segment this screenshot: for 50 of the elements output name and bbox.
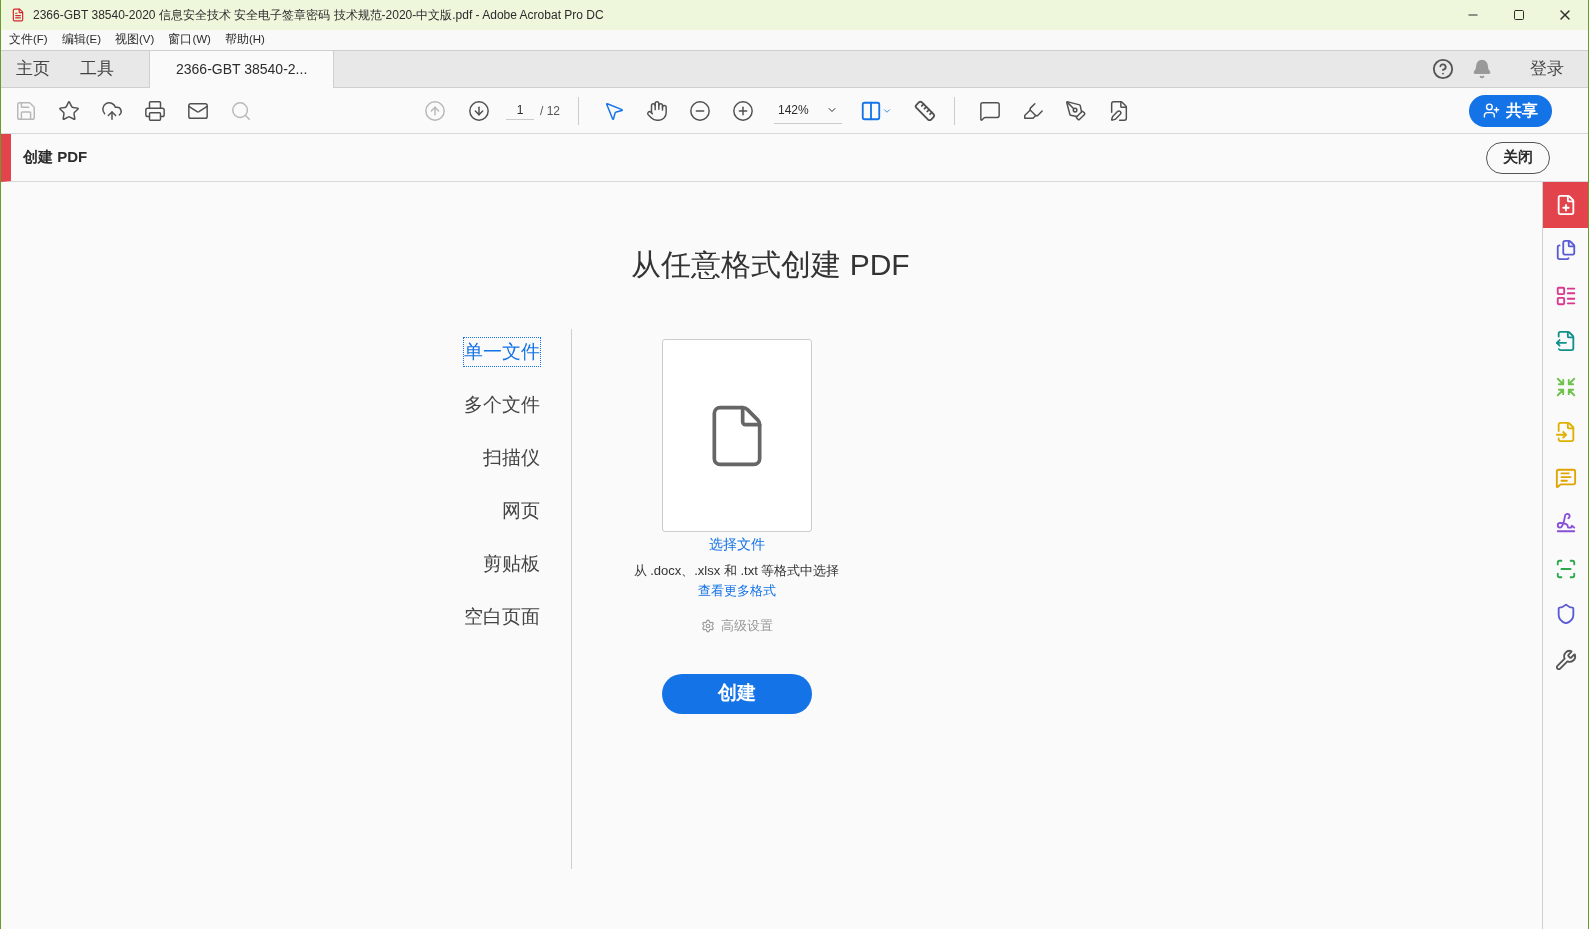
menu-item[interactable]: 帮助(H): [224, 31, 265, 49]
zoom-dropdown[interactable]: 142%: [774, 97, 842, 124]
source-option[interactable]: 单一文件: [462, 337, 541, 367]
comment-icon: [979, 99, 1001, 122]
formats-hint: 从 .docx、.xlsx 和 .txt 等格式中选择: [633, 562, 840, 580]
printer-icon: [144, 99, 166, 122]
maximize-icon: [1513, 9, 1525, 21]
page-number-field[interactable]: 1: [506, 101, 534, 120]
add-user-icon: [1483, 102, 1500, 119]
menu-item[interactable]: 窗口(W): [168, 31, 211, 49]
save-icon: [15, 99, 37, 122]
menu-item[interactable]: 文件(F): [9, 31, 48, 49]
search-icon: [230, 99, 252, 122]
page-count: / 12: [540, 102, 560, 120]
source-option[interactable]: 剪贴板: [481, 549, 541, 579]
select-file-link[interactable]: 选择文件: [708, 534, 765, 555]
menu-item[interactable]: 编辑(E): [61, 31, 102, 49]
page-fit-icon: [860, 99, 882, 122]
source-option[interactable]: 扫描仪: [481, 443, 541, 473]
arrow-up-icon: [424, 99, 446, 122]
arrow-down-icon: [468, 99, 490, 122]
page-heading: 从任意格式创建 PDF: [631, 247, 910, 283]
pen-icon: [1065, 99, 1087, 122]
tab[interactable]: 主页: [1, 51, 65, 87]
gear-icon: [700, 618, 715, 633]
panel-title: 创建 PDF: [23, 147, 88, 168]
source-option[interactable]: 多个文件: [462, 390, 541, 420]
document-edit-icon: [1108, 99, 1130, 122]
create-pdf-tool[interactable]: [1542, 182, 1588, 228]
file-drop-card[interactable]: [661, 339, 812, 532]
tab[interactable]: 2366-GBT 38540-2...: [149, 51, 335, 88]
page-fit-button[interactable]: [860, 99, 892, 122]
ruler-icon: [914, 99, 936, 122]
pdf-file-icon: [11, 8, 25, 22]
zoom-in-icon: [732, 99, 754, 122]
more-formats-link[interactable]: 查看更多格式: [697, 580, 776, 600]
tab[interactable]: 工具: [65, 51, 129, 87]
hand-icon: [646, 99, 668, 122]
source-option[interactable]: 空白页面: [462, 602, 541, 632]
source-option[interactable]: 网页: [500, 496, 541, 526]
window-title: 2366-GBT 38540-2020 信息安全技术 安全电子签章密码 技术规范-2020-中文版.pdf - Adobe Acrobat Pro DC: [33, 7, 604, 24]
ruler-button[interactable]: [914, 99, 936, 122]
menu-item[interactable]: 视图(V): [115, 31, 155, 49]
cloud-upload-icon: [101, 99, 123, 122]
sign-in-link[interactable]: 登录: [1530, 56, 1564, 82]
star-icon: [58, 99, 80, 122]
zoom-out-icon: [689, 99, 711, 122]
help-icon[interactable]: [1432, 58, 1454, 80]
share-button[interactable]: 共享: [1469, 94, 1552, 127]
create-button[interactable]: 创建: [661, 673, 812, 714]
